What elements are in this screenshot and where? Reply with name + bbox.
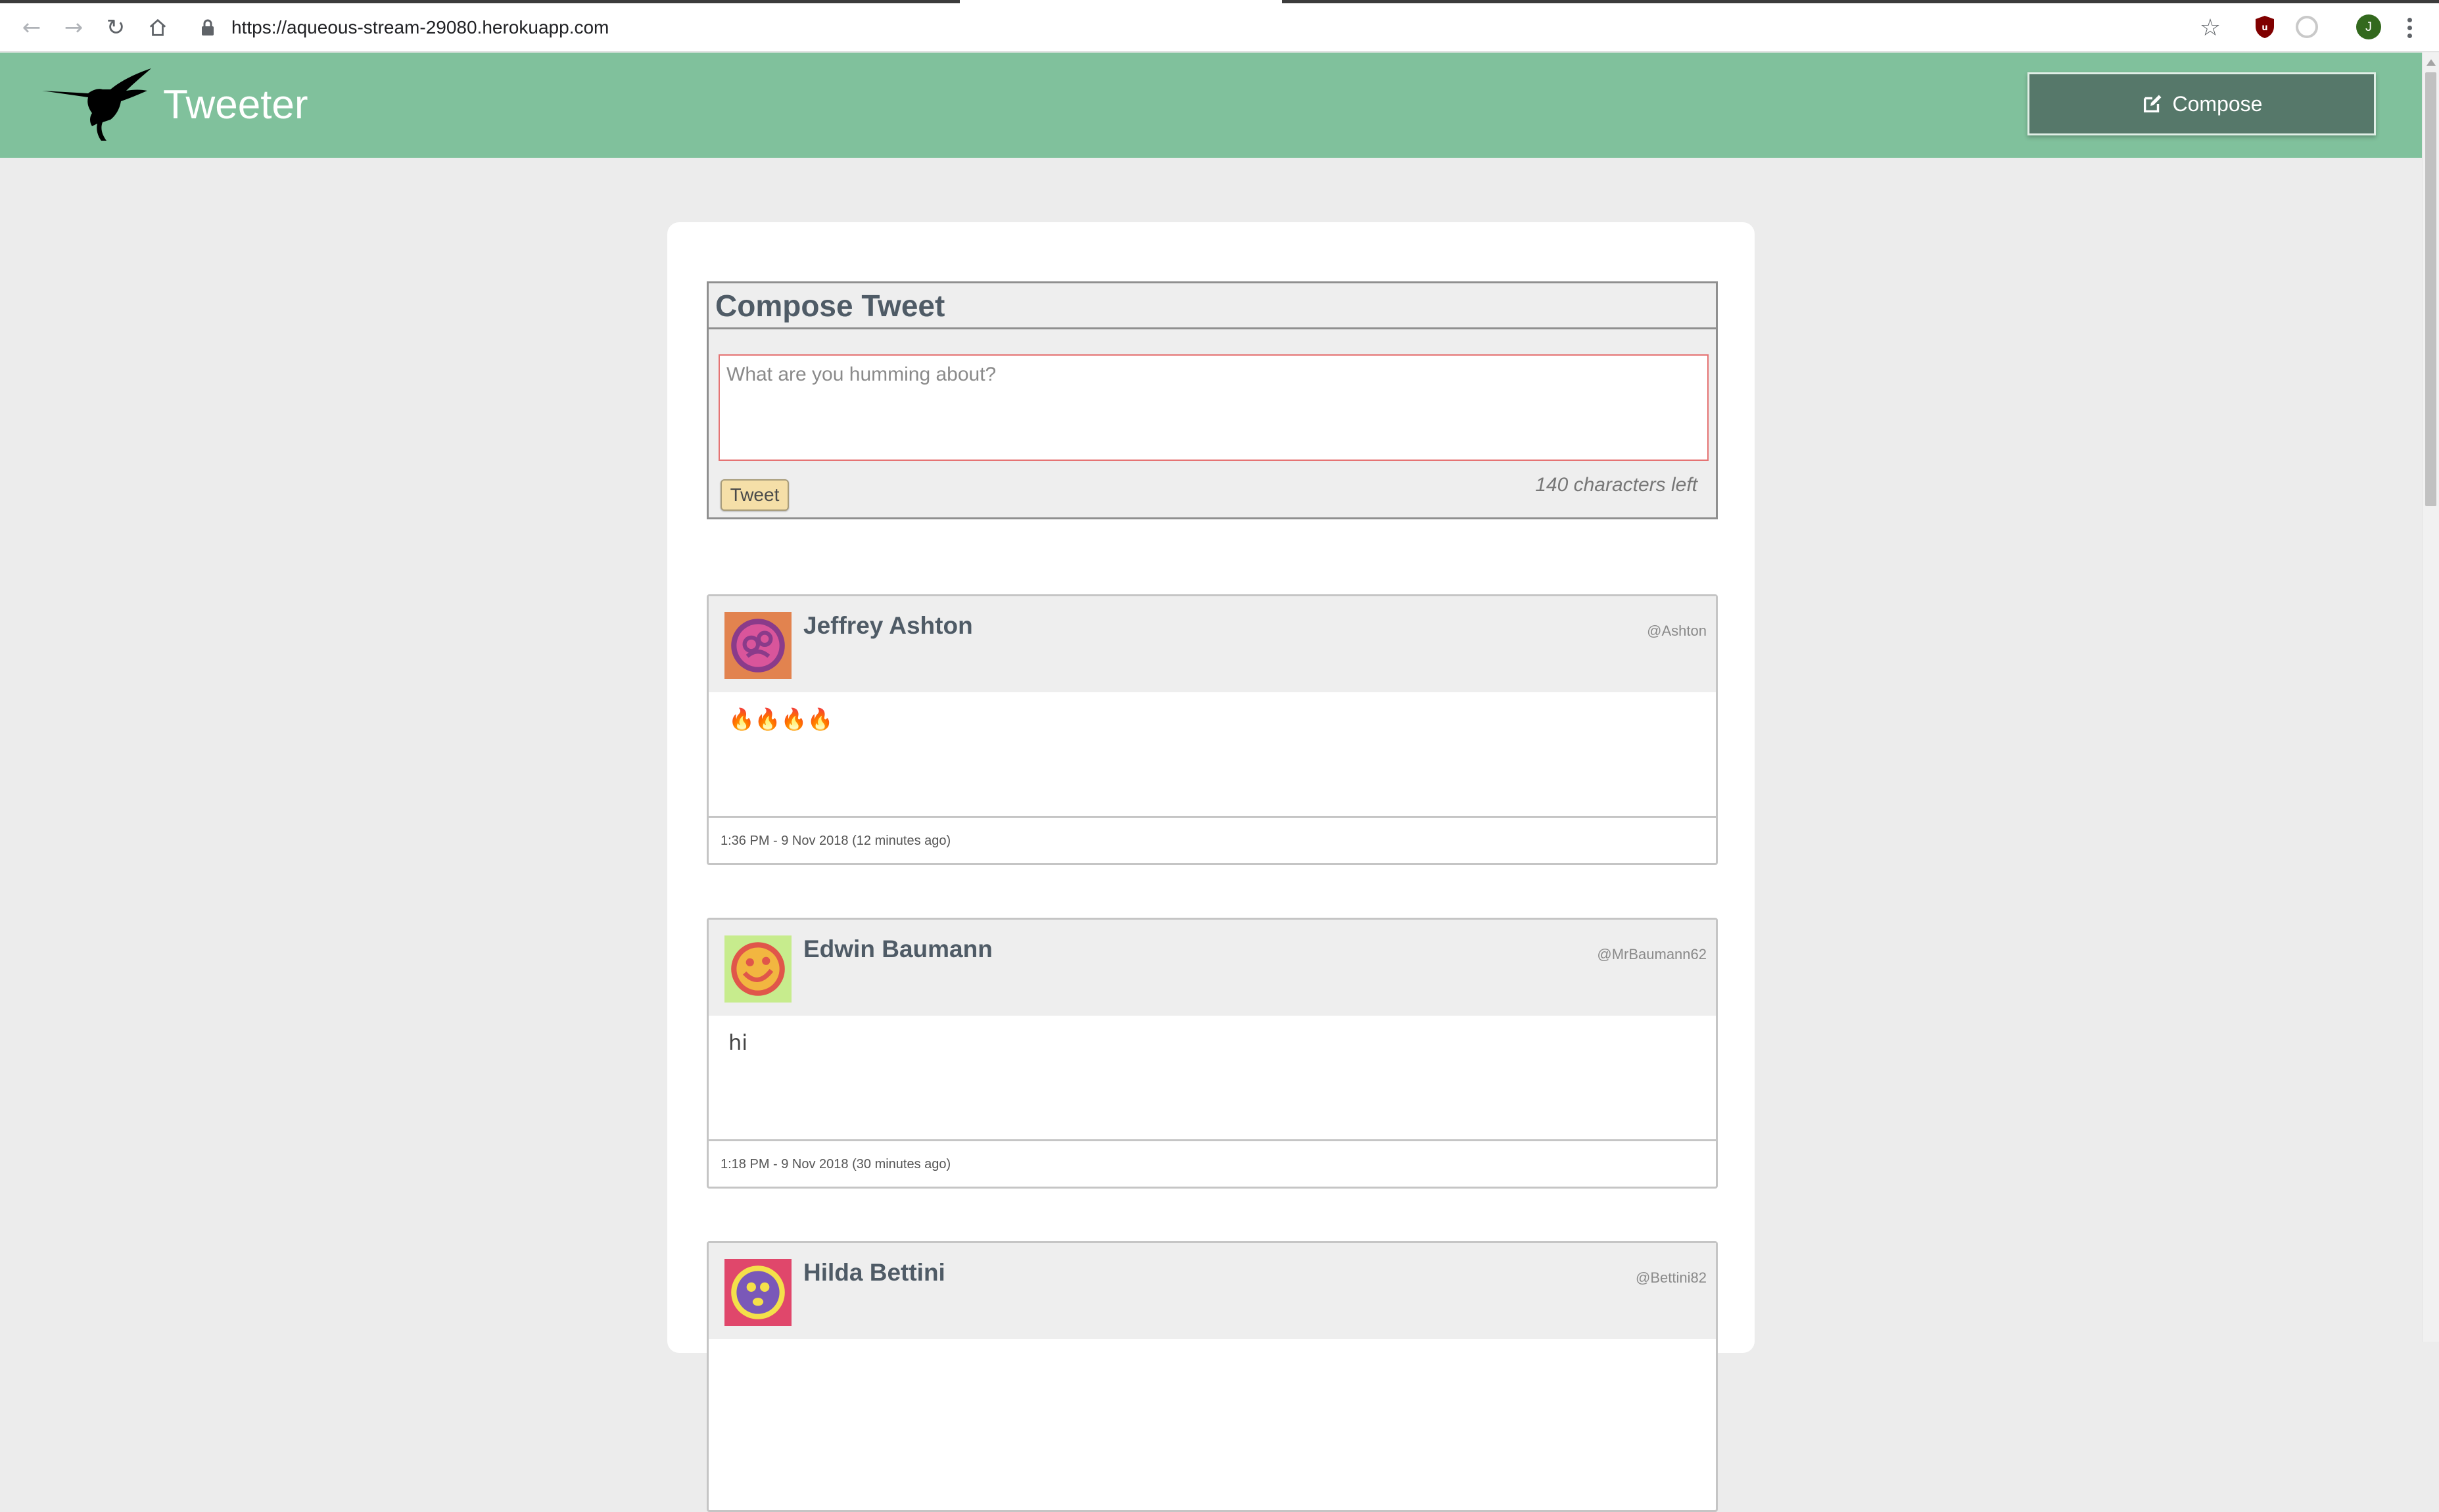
tweet-author-handle: @Bettini82 [1636, 1269, 1707, 1286]
tweet-header: Hilda Bettini @Bettini82 [709, 1243, 1716, 1339]
scroll-up-arrow-icon[interactable] [2427, 59, 2436, 66]
app-header: Tweeter Compose [0, 53, 2422, 158]
profile-avatar[interactable]: J [2356, 14, 2381, 39]
tweet-text-input[interactable] [719, 354, 1709, 461]
reload-icon[interactable]: ↻ [101, 13, 130, 42]
tweet-footer: 1:18 PM - 9 Nov 2018 (30 minutes ago) [709, 1139, 1716, 1187]
tweet-author-handle: @Ashton [1647, 623, 1707, 639]
address-bar[interactable]: https://aqueous-stream-29080.herokuapp.c… [231, 14, 609, 41]
tweet-header: Jeffrey Ashton @Ashton [709, 596, 1716, 692]
compose-button[interactable]: Compose [2027, 72, 2376, 135]
svg-text:u: u [2261, 23, 2267, 33]
edit-icon [2143, 95, 2161, 113]
tweet-card: Jeffrey Ashton @Ashton 🔥🔥🔥🔥 1:36 PM - 9 … [707, 594, 1718, 865]
ublock-shield-icon[interactable]: u [2254, 14, 2276, 39]
tweet-author-handle: @MrBaumann62 [1597, 946, 1707, 962]
extension-icon[interactable] [2296, 16, 2318, 38]
tweet-author-name: Edwin Baumann [803, 935, 993, 962]
compose-tweet-form: Compose Tweet Tweet 140 characters left [707, 281, 1718, 519]
home-icon[interactable] [143, 13, 172, 42]
browser-tab-strip [0, 0, 2439, 3]
main-container: Compose Tweet Tweet 140 characters left … [667, 222, 1755, 1512]
tweet-header: Edwin Baumann @MrBaumann62 [709, 920, 1716, 1016]
browser-toolbar: ← → ↻ https://aqueous-stream-29080.herok… [0, 0, 2439, 52]
forward-icon[interactable]: → [59, 13, 88, 42]
tweet-content: 🔥🔥🔥🔥 [728, 707, 834, 732]
page-scrollbar[interactable] [2422, 53, 2439, 1342]
back-icon[interactable]: ← [17, 13, 46, 42]
hummingbird-logo-icon[interactable] [42, 63, 154, 142]
bookmark-star-icon[interactable]: ☆ [2196, 13, 2225, 42]
tweet-footer: 1:36 PM - 9 Nov 2018 (12 minutes ago) [709, 816, 1716, 863]
compose-button-label: Compose [2172, 91, 2263, 116]
user-avatar[interactable] [724, 935, 792, 1003]
app-title[interactable]: Tweeter [163, 79, 308, 131]
tweet-content: hi [728, 1030, 748, 1055]
active-tab[interactable] [960, 0, 1282, 3]
user-avatar[interactable] [724, 1259, 792, 1326]
compose-heading: Compose Tweet [709, 283, 1716, 329]
browser-menu-icon[interactable] [2400, 13, 2419, 42]
tweet-author-name: Jeffrey Ashton [803, 612, 973, 639]
tweet-timestamp: 1:18 PM - 9 Nov 2018 (30 minutes ago) [721, 1157, 951, 1171]
tweet-timestamp: 1:36 PM - 9 Nov 2018 (12 minutes ago) [721, 834, 951, 848]
tweet-card: Edwin Baumann @MrBaumann62 hi 1:18 PM - … [707, 918, 1718, 1189]
tweet-author-name: Hilda Bettini [803, 1259, 945, 1286]
character-counter: 140 characters left [1535, 474, 1697, 496]
user-avatar[interactable] [724, 612, 792, 679]
tweet-card: Hilda Bettini @Bettini82 [707, 1241, 1718, 1512]
scrollbar-thumb[interactable] [2425, 72, 2436, 506]
lock-icon[interactable] [201, 17, 220, 38]
tweet-button[interactable]: Tweet [721, 479, 789, 511]
